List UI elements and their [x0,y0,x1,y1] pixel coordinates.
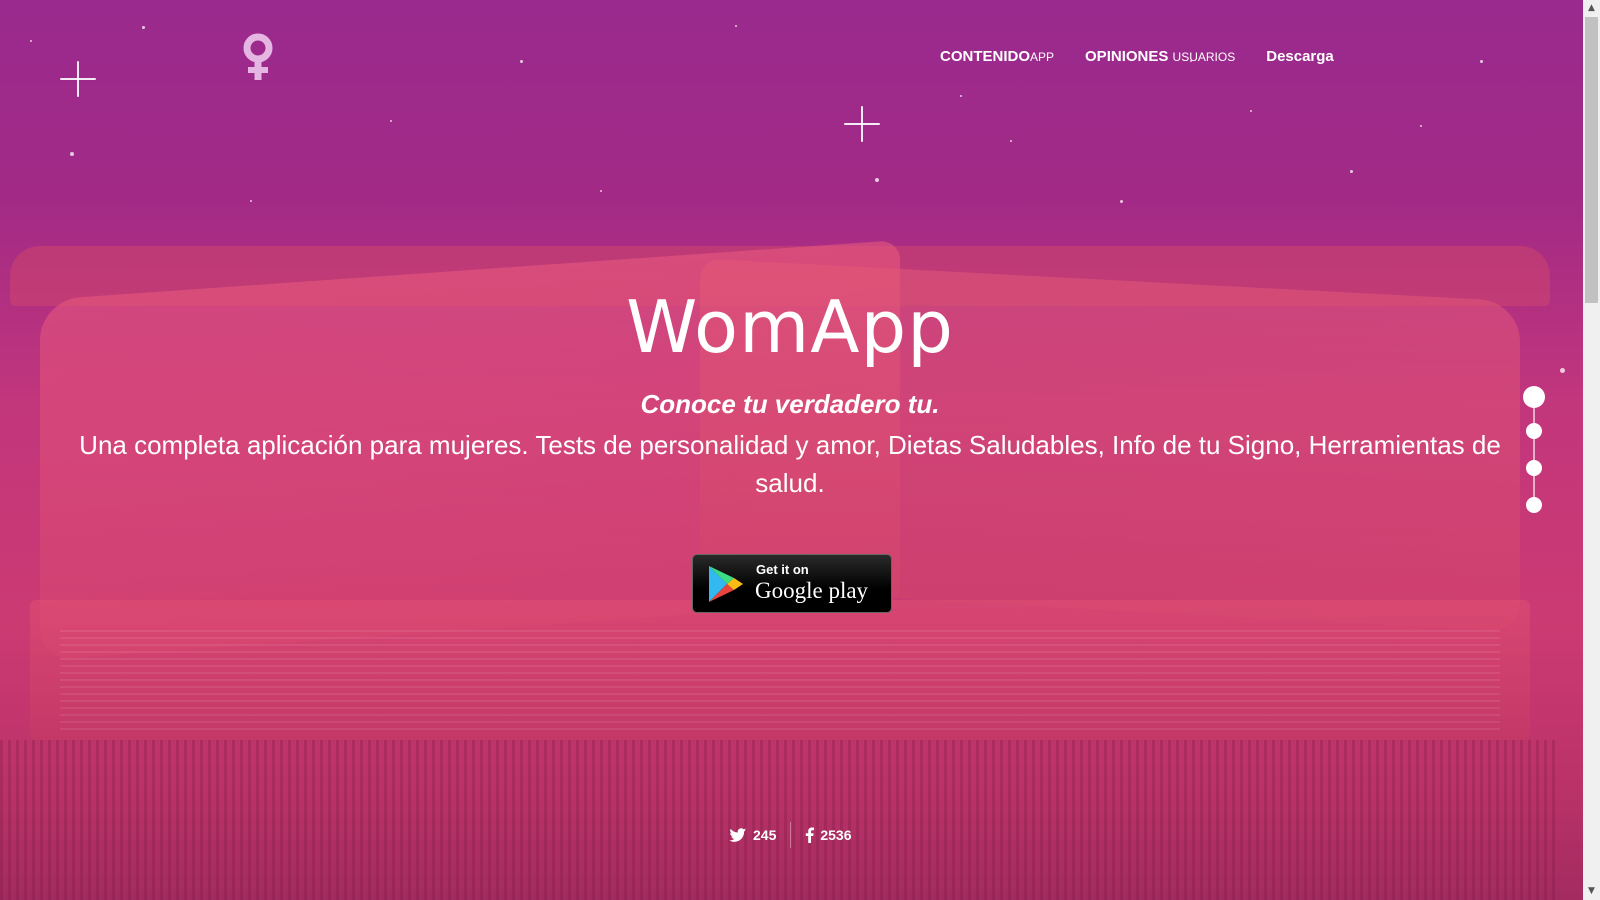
book-page-edges [60,630,1500,730]
twitter-count: 245 [753,827,777,843]
nav-label: CONTENIDO [940,48,1030,65]
section-dot-2[interactable] [1526,423,1542,439]
facebook-count: 2536 [820,827,852,843]
google-play-badge-button[interactable]: Get it on Google play [692,554,892,613]
main-nav: CONTENIDOAPP OPINIONES USUARIOS Descarga [940,48,1334,65]
social-counters: 245 2536 [729,822,866,848]
nav-sublabel: USUARIOS [1172,50,1236,64]
nav-descarga[interactable]: Descarga [1266,48,1334,65]
badge-line2: Google play [755,578,869,603]
nav-label: Descarga [1266,48,1334,65]
section-dot-4[interactable] [1526,497,1542,513]
scrollbar-thumb[interactable] [1585,17,1598,303]
badge-line1: Get it on [756,562,809,577]
scroll-down-arrow-icon[interactable]: ▼ [1583,883,1600,900]
page-title: WomApp [626,285,954,369]
twitter-counter[interactable]: 245 [729,827,790,843]
hero-description: Una completa aplicación para mujeres. Te… [79,430,1501,498]
venus-icon[interactable] [240,32,276,84]
section-dot-3[interactable] [1526,460,1542,476]
nav-contenido-app[interactable]: CONTENIDOAPP [940,48,1054,65]
dot-nav-rail [1533,394,1535,504]
facebook-counter[interactable]: 2536 [791,827,865,843]
hero-tagline: Conoce tu verdadero tu. [640,389,940,419]
nav-sublabel: APP [1030,50,1055,64]
vertical-scrollbar[interactable]: ▲ ▼ [1583,0,1600,900]
grass-texture [0,740,1560,900]
section-dot-1[interactable] [1523,386,1545,408]
scroll-up-arrow-icon[interactable]: ▲ [1583,0,1600,17]
section-dot-nav [1523,386,1545,516]
facebook-icon [806,827,815,843]
landing-page: CONTENIDOAPP OPINIONES USUARIOS Descarga… [0,0,1600,900]
nav-label: OPINIONES [1085,48,1169,65]
nav-opiniones-usuarios[interactable]: OPINIONES USUARIOS [1085,48,1235,65]
google-play-icon [709,566,743,602]
hero-section: WomApp Conoce tu verdadero tu. Una compl… [40,282,1540,502]
twitter-icon [729,827,747,842]
